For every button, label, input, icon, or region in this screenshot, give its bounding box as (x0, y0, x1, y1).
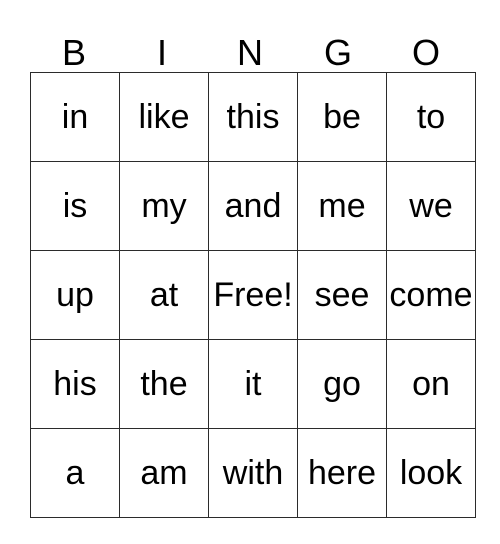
bingo-cell-free-space[interactable]: Free! (208, 250, 298, 340)
bingo-cell[interactable]: my (119, 161, 209, 251)
bingo-cell[interactable]: be (297, 72, 387, 162)
bingo-cell[interactable]: like (119, 72, 209, 162)
bingo-cell[interactable]: his (30, 339, 120, 429)
bingo-cell[interactable]: it (208, 339, 298, 429)
bingo-header-letter-g: G (323, 32, 352, 73)
bingo-cell[interactable]: at (119, 250, 209, 340)
bingo-row: is my and me we (30, 161, 476, 251)
bingo-cell[interactable]: look (386, 428, 476, 518)
bingo-cell[interactable]: a (30, 428, 120, 518)
bingo-cell[interactable]: and (208, 161, 298, 251)
bingo-cell[interactable]: in (30, 72, 120, 162)
bingo-cell[interactable]: the (119, 339, 209, 429)
bingo-row: a am with here look (30, 428, 476, 518)
bingo-grid: in like this be to is my and me we up at… (30, 72, 476, 518)
bingo-row: in like this be to (30, 72, 476, 162)
bingo-header-letter-i: I (156, 32, 167, 73)
bingo-cell[interactable]: see (297, 250, 387, 340)
bingo-header-letter-n: N (237, 32, 263, 73)
bingo-cell[interactable]: this (208, 72, 298, 162)
bingo-cell[interactable]: up (30, 250, 120, 340)
bingo-cell[interactable]: go (297, 339, 387, 429)
bingo-card: B I N G O in like this be to is my and m… (30, 24, 476, 518)
bingo-cell[interactable]: on (386, 339, 476, 429)
bingo-header-row: B I N G O (30, 24, 470, 72)
bingo-row: up at Free! see come (30, 250, 476, 340)
bingo-cell[interactable]: here (297, 428, 387, 518)
bingo-header-letter-b: B (61, 32, 86, 73)
bingo-cell[interactable]: with (208, 428, 298, 518)
bingo-row: his the it go on (30, 339, 476, 429)
bingo-cell[interactable]: is (30, 161, 120, 251)
bingo-header-letter-o: O (411, 32, 440, 73)
bingo-cell[interactable]: come (386, 250, 476, 340)
bingo-cell[interactable]: to (386, 72, 476, 162)
bingo-cell[interactable]: am (119, 428, 209, 518)
bingo-cell[interactable]: me (297, 161, 387, 251)
bingo-cell[interactable]: we (386, 161, 476, 251)
